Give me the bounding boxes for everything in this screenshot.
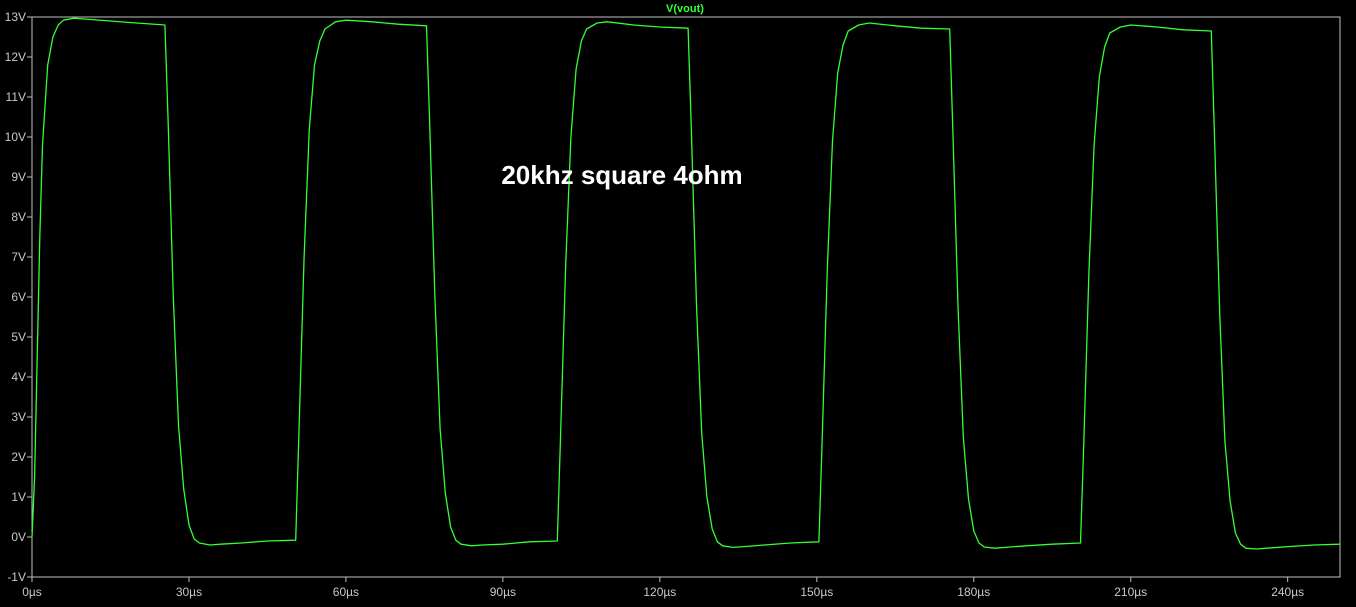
y-tick-label: 9V xyxy=(11,170,26,184)
plot-frame xyxy=(31,16,1341,578)
y-tick-label: 8V xyxy=(11,210,26,224)
y-tick-label: 5V xyxy=(11,330,26,344)
y-tick-label: 0V xyxy=(11,530,26,544)
waveform-plot-window: V(vout) 13V 12V 11V 10V 9V 8V 7V 6V 5V 4V 3V 2V 1V 0V… xyxy=(0,0,1356,602)
y-tick-label: 4V xyxy=(11,370,26,384)
x-tick-label: 210µs xyxy=(1114,585,1147,599)
x-tick-label: 90µs xyxy=(490,585,516,599)
y-tick-label: 11V xyxy=(6,90,26,104)
trace-title-vout[interactable]: V(vout) xyxy=(666,3,704,15)
x-tick-label: 240µs xyxy=(1271,585,1304,599)
y-tick-label: 6V xyxy=(11,290,26,304)
x-tick-label: 30µs xyxy=(176,585,202,599)
y-tick-label: 10V xyxy=(5,130,26,144)
trace-line-vout[interactable] xyxy=(31,17,1341,550)
x-tick-label: 0µs xyxy=(22,585,42,599)
y-axis: 13V 12V 11V 10V 9V 8V 7V 6V 5V 4V 3V 2V 1V 0V -1V xyxy=(5,10,32,584)
x-tick-label: 120µs xyxy=(643,585,676,599)
y-tick-label: 2V xyxy=(11,450,26,464)
y-tick-label: 3V xyxy=(11,410,26,424)
y-tick-label: 7V xyxy=(11,250,26,264)
x-tick-label: 150µs xyxy=(800,585,833,599)
x-tick-label: 180µs xyxy=(957,585,990,599)
y-tick-label: -1V xyxy=(7,570,26,584)
x-axis: 0µs 30µs 60µs 90µs 120µs 150µs 180µs 210µs 240µs xyxy=(22,577,1304,599)
y-tick-label: 1V xyxy=(11,490,26,504)
waveform-chart: V(vout) 13V 12V 11V 10V 9V 8V 7V 6V 5V 4V 3V 2V 1V 0V… xyxy=(5,3,1341,599)
y-tick-label: 13V xyxy=(5,10,26,24)
x-tick-label: 60µs xyxy=(333,585,359,599)
y-tick-label: 12V xyxy=(5,50,26,64)
plot-annotation: 20khz square 4ohm xyxy=(501,160,742,190)
